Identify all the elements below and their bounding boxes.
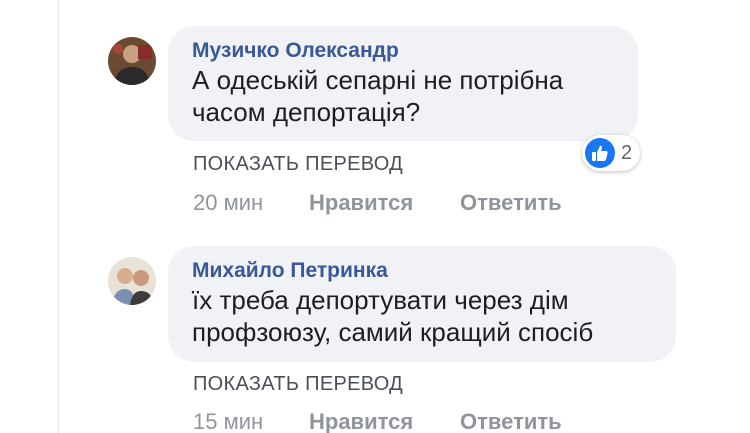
comment-time[interactable]: 20 мин — [193, 190, 309, 216]
comment-author[interactable]: Михайло Петринка — [192, 258, 652, 284]
reply-link[interactable]: Ответить — [460, 190, 562, 216]
avatar[interactable] — [108, 257, 156, 305]
thumbs-up-icon — [585, 138, 615, 168]
comments-thread: Музичко Олександр А одеській сепарні не … — [0, 0, 750, 433]
reaction-count: 2 — [621, 141, 633, 164]
comment-text: їх треба депортувати через дім профзоюзу… — [192, 285, 594, 347]
comment-text: А одеській сепарні не потрібна часом деп… — [192, 65, 564, 127]
comment-time[interactable]: 15 мин — [193, 409, 309, 433]
avatar-photo-icon — [108, 257, 156, 305]
comment-bubble: Музичко Олександр А одеській сепарні не … — [168, 26, 638, 141]
comment-bubble: Михайло Петринка їх треба депортувати че… — [168, 246, 676, 362]
reply-link[interactable]: Ответить — [460, 409, 562, 433]
like-link[interactable]: Нравится — [309, 409, 460, 433]
thread-line — [58, 0, 59, 433]
comment-author[interactable]: Музичко Олександр — [192, 38, 614, 64]
reactions-summary[interactable]: 2 — [582, 135, 641, 171]
avatar[interactable] — [108, 37, 156, 85]
comment-meta: 15 мин Нравится Ответить — [193, 409, 562, 433]
show-translation-link[interactable]: ПОКАЗАТЬ ПЕРЕВОД — [193, 153, 403, 176]
avatar-photo-icon — [108, 37, 156, 85]
comment-meta: 20 мин Нравится Ответить — [193, 190, 562, 216]
show-translation-link[interactable]: ПОКАЗАТЬ ПЕРЕВОД — [193, 373, 403, 396]
like-link[interactable]: Нравится — [309, 190, 460, 216]
